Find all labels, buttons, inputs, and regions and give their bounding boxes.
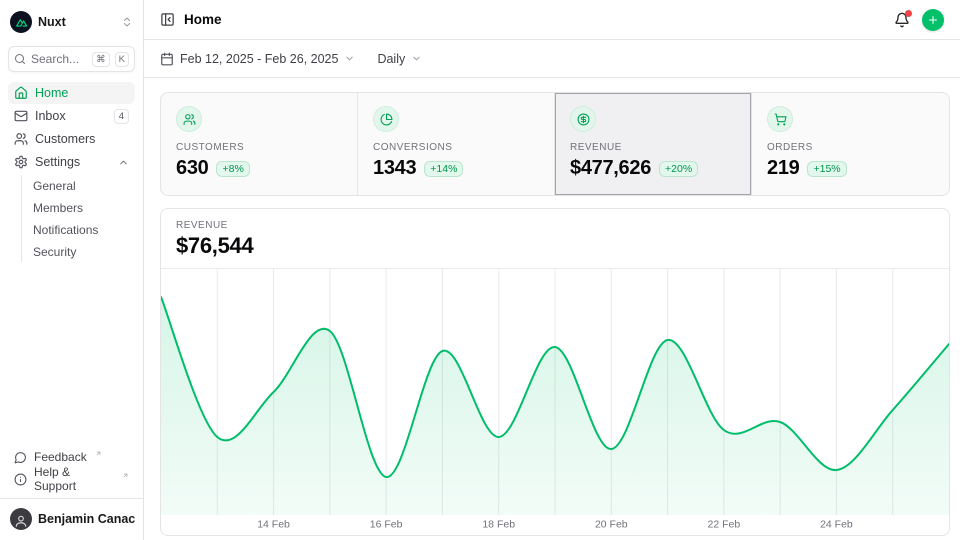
- revenue-chart[interactable]: 14 Feb 16 Feb 18 Feb 20 Feb 22 Feb 24 Feb: [161, 269, 949, 535]
- content: CUSTOMERS 630 +8% CONVERSIONS 1343 +14% REVENU…: [144, 78, 960, 540]
- stat-delta-badge: +15%: [807, 161, 846, 177]
- chart-header: REVENUE $76,544: [161, 209, 949, 269]
- feedback-icon: [14, 451, 27, 464]
- external-link-icon: [95, 450, 102, 457]
- stat-value-row: 219 +15%: [767, 157, 934, 180]
- sidebar-item-label: Inbox: [35, 109, 66, 123]
- sidebar-spacer: [8, 263, 135, 446]
- stat-card-orders[interactable]: ORDERS 219 +15%: [752, 93, 949, 195]
- stat-label: REVENUE: [570, 142, 736, 153]
- sidebar-subitem-security[interactable]: Security: [22, 241, 135, 262]
- sidebar-link-help-support[interactable]: Help & Support: [8, 468, 135, 490]
- add-button[interactable]: [922, 9, 944, 31]
- svg-text:22 Feb: 22 Feb: [708, 519, 741, 531]
- nuxt-logo-icon: [10, 11, 32, 33]
- stat-value-row: 1343 +14%: [373, 157, 539, 180]
- sidebar-item-label: Home: [35, 86, 68, 100]
- sidebar-subitem-members[interactable]: Members: [22, 197, 135, 218]
- calendar-icon: [160, 52, 174, 66]
- sidebar-subitem-notifications[interactable]: Notifications: [22, 219, 135, 240]
- sidebar-subnav: GeneralMembersNotificationsSecurity: [21, 175, 135, 262]
- search-placeholder: Search...: [31, 52, 79, 66]
- chart-current-value: $76,544: [176, 233, 934, 259]
- collapse-sidebar-button[interactable]: [160, 12, 175, 27]
- sidebar-nav: Home Inbox 4 Customers Settings GeneralMember…: [8, 82, 135, 263]
- stat-value-row: $477,626 +20%: [570, 157, 736, 180]
- chart-title: REVENUE: [176, 220, 934, 231]
- period-label: Daily: [377, 52, 405, 66]
- main-area: Home Feb 12, 2025 - Feb 26, 2025 Daily: [144, 0, 960, 540]
- stat-label: CONVERSIONS: [373, 142, 539, 153]
- dashboard-app: Nuxt Search... ⌘ K Home Inbox 4 Customers Se…: [0, 0, 960, 540]
- revenue-chart-card: REVENUE $76,544 14 Feb 16 Feb 18 Feb 20 Feb…: [160, 208, 950, 536]
- filters-toolbar: Feb 12, 2025 - Feb 26, 2025 Daily: [144, 40, 960, 78]
- sidebar-item-home[interactable]: Home: [8, 82, 135, 104]
- sidebar-footer-links: FeedbackHelp & Support: [8, 446, 135, 490]
- workspace-selector[interactable]: Nuxt: [8, 8, 135, 36]
- external-link-icon: [122, 472, 129, 479]
- home-icon: [14, 86, 28, 100]
- user-name: Benjamin Canac: [38, 512, 135, 526]
- stat-value: 630: [176, 157, 208, 180]
- kbd-cmd: ⌘: [92, 52, 110, 67]
- date-range-picker[interactable]: Feb 12, 2025 - Feb 26, 2025: [160, 52, 355, 66]
- notification-dot: [905, 10, 912, 17]
- inbox-count-badge: 4: [114, 109, 129, 124]
- stat-delta-badge: +14%: [424, 161, 463, 177]
- stat-value: 1343: [373, 157, 416, 180]
- sidebar-item-label: Settings: [35, 155, 80, 169]
- conversions-icon: [373, 106, 399, 132]
- footer-link-label: Feedback: [34, 450, 87, 464]
- svg-text:24 Feb: 24 Feb: [820, 519, 853, 531]
- info-icon: [14, 473, 27, 486]
- settings-icon: [14, 155, 28, 169]
- chevron-down-icon: [344, 53, 355, 64]
- stats-cards: CUSTOMERS 630 +8% CONVERSIONS 1343 +14% REVENU…: [160, 92, 950, 196]
- main-header: Home: [144, 0, 960, 40]
- revenue-icon: [570, 106, 596, 132]
- notifications-button[interactable]: [894, 12, 910, 28]
- sidebar-item-inbox[interactable]: Inbox 4: [8, 105, 135, 127]
- orders-icon: [767, 106, 793, 132]
- page-title: Home: [184, 12, 222, 27]
- chevrons-up-down-icon: [121, 16, 133, 28]
- customers-icon: [176, 106, 202, 132]
- search-icon: [14, 53, 26, 65]
- chevron-down-icon: [411, 53, 422, 64]
- sidebar: Nuxt Search... ⌘ K Home Inbox 4 Customers Se…: [0, 0, 144, 540]
- search-input[interactable]: Search... ⌘ K: [8, 46, 135, 72]
- stat-card-conversions[interactable]: CONVERSIONS 1343 +14%: [358, 93, 555, 195]
- period-select[interactable]: Daily: [377, 52, 422, 66]
- sidebar-item-customers[interactable]: Customers: [8, 128, 135, 150]
- stat-value-row: 630 +8%: [176, 157, 342, 180]
- svg-text:18 Feb: 18 Feb: [482, 519, 515, 531]
- sidebar-item-label: Customers: [35, 132, 95, 146]
- stat-value: 219: [767, 157, 799, 180]
- svg-text:16 Feb: 16 Feb: [370, 519, 403, 531]
- customers-icon: [14, 132, 28, 146]
- svg-text:14 Feb: 14 Feb: [257, 519, 290, 531]
- sidebar-item-settings[interactable]: Settings: [8, 151, 135, 173]
- stat-card-customers[interactable]: CUSTOMERS 630 +8%: [161, 93, 358, 195]
- sidebar-subitem-general[interactable]: General: [22, 175, 135, 196]
- footer-link-label: Help & Support: [34, 465, 114, 493]
- stat-value: $477,626: [570, 157, 651, 180]
- header-actions: [894, 9, 944, 31]
- kbd-k: K: [115, 52, 129, 67]
- svg-text:20 Feb: 20 Feb: [595, 519, 628, 531]
- stat-delta-badge: +20%: [659, 161, 698, 177]
- stat-card-revenue[interactable]: REVENUE $477,626 +20%: [555, 93, 752, 195]
- user-menu[interactable]: Benjamin Canac: [8, 499, 135, 532]
- chevron-up-icon: [118, 157, 129, 168]
- stat-label: ORDERS: [767, 142, 934, 153]
- stat-label: CUSTOMERS: [176, 142, 342, 153]
- user-avatar: [10, 508, 32, 530]
- inbox-icon: [14, 109, 28, 123]
- stat-delta-badge: +8%: [216, 161, 249, 177]
- workspace-name: Nuxt: [38, 15, 66, 29]
- date-range-label: Feb 12, 2025 - Feb 26, 2025: [180, 52, 338, 66]
- plus-icon: [927, 14, 939, 26]
